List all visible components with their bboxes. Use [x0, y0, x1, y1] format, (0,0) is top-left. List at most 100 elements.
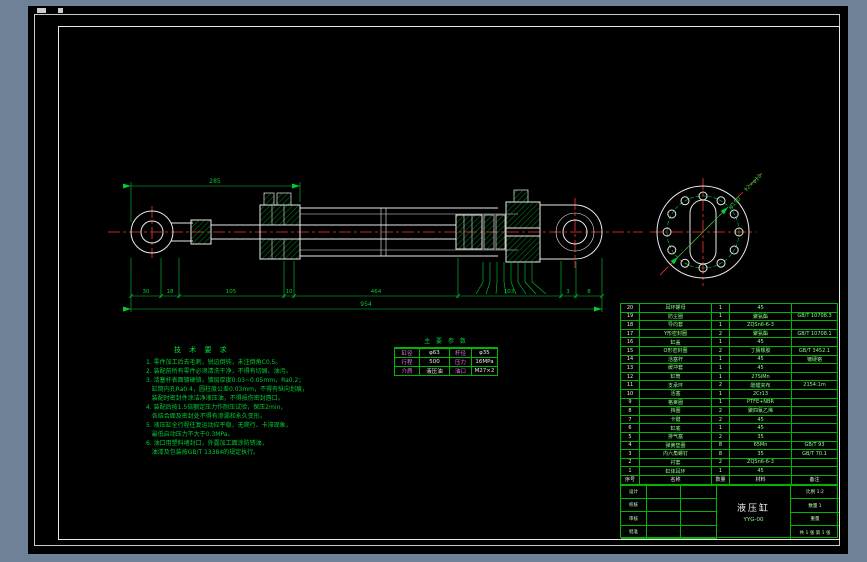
signature-row: 批准: [621, 525, 717, 539]
bom-no: 3: [621, 450, 639, 459]
signature-name-cell: [647, 512, 681, 526]
svg-text:464: 464: [371, 289, 382, 295]
bom-no: 11: [621, 381, 639, 390]
title-block-center: 液压缸 YYG-00: [717, 485, 791, 539]
bom-note: GB/T 70.1: [791, 450, 837, 459]
signature-date-cell: [681, 499, 717, 513]
signature-row: 审核: [621, 512, 717, 526]
title-block: 设计 校核 审核 批准 液压缸 YYG-00 比例 1:2 数量 1 重量 共 …: [621, 484, 839, 539]
bom-no: 2: [621, 459, 639, 468]
bom-qty: 2: [711, 432, 729, 442]
bom-qty: 1: [711, 312, 729, 322]
bom-name: 支承环: [639, 381, 711, 390]
bom-qty: 1: [711, 424, 729, 433]
bom-note: GB/T 10708.3: [791, 312, 837, 322]
bom-note: 镀硬铬: [791, 355, 837, 365]
svg-text:10: 10: [286, 289, 293, 295]
bom-no: 16: [621, 338, 639, 347]
bom-qty: 1: [711, 355, 729, 365]
signature-label: 审核: [621, 512, 647, 526]
title-block-right: 比例 1:2 数量 1 重量共 1 张 第 1 张: [791, 486, 839, 539]
bom-row: 14 活塞杆 1 45 镀硬铬: [621, 355, 837, 365]
bom-row: 10 活塞 1 2Cr13: [621, 389, 837, 399]
bom-row: 1 缸体耳环 1 45: [621, 467, 837, 476]
bom-no: 1: [621, 467, 639, 476]
bom-no: 13: [621, 364, 639, 373]
dim-top: 285: [209, 178, 221, 185]
bom-note: [791, 467, 837, 476]
bom-material: 45: [729, 355, 791, 365]
bom-no: 20: [621, 304, 639, 313]
signature-label: 校核: [621, 499, 647, 513]
bom-material: 45: [729, 338, 791, 347]
bom-qty: 2: [711, 458, 729, 468]
signature-row: 校核: [621, 499, 717, 513]
bom-note: [791, 398, 837, 408]
bom-no: 14: [621, 356, 639, 365]
signature-date-cell: [681, 512, 717, 526]
svg-text:18: 18: [167, 289, 174, 295]
note-line: 装配时密封件涂洁净液压油，不得损伤密封唇口。: [146, 395, 284, 402]
bom-name: 挡圈: [639, 407, 711, 416]
note-line: 6. 油口用塑料堵封口，外露加工面涂防锈油，: [146, 440, 268, 447]
bom-table: 20 耳环螺母 1 45 19 防尘圈 1 聚氨酯 GB/T 10708.3 1…: [620, 303, 839, 539]
bom-row: 12 缸筒 1 27SiMn: [621, 372, 837, 382]
bom-material: 45: [729, 415, 791, 425]
bom-qty: 2: [711, 346, 729, 356]
bom-row: 13 缓冲套 1 45: [621, 364, 837, 373]
note-line: 缸筒内孔Ra0.4，圆柱度公差0.03mm，不得有纵向划痕，: [146, 386, 309, 393]
param-label: 油口: [449, 365, 471, 376]
bom-note: [791, 424, 837, 433]
bom-qty: 2: [711, 415, 729, 425]
signature-name-cell: [647, 525, 681, 539]
bom-row: 18 导向套 1 ZQSn6-6-3: [621, 321, 837, 330]
bom-name: 活塞杆: [639, 355, 711, 365]
bom-no: 12: [621, 373, 639, 382]
note-line: 5. 液压缸全行程往复运动应平稳，无爬行、卡滞现象，: [146, 422, 292, 429]
bom-row: 17 Y形密封圈 2 聚氨酯 GB/T 10708.1: [621, 329, 837, 339]
param-label: 介质: [395, 365, 419, 376]
note-line: 最低启动压力不大于0.3MPa。: [146, 431, 234, 438]
bom-material: 丁腈橡胶: [729, 346, 791, 356]
bom-row: 9 格莱圈 1 PTFE+NBR: [621, 398, 837, 408]
signature-date-cell: [681, 525, 717, 539]
svg-text:105: 105: [226, 289, 237, 295]
flange-holes-note: 12×φ18: [743, 173, 763, 193]
bom-name: 缓冲套: [639, 364, 711, 373]
bom-qty: 1: [711, 321, 729, 330]
bom-qty: 1: [711, 372, 729, 382]
signature-name-cell: [647, 485, 681, 500]
bom-row: 8 挡圈 2 聚四氟乙烯: [621, 407, 837, 416]
bom-name: 衬套: [639, 458, 711, 468]
bom-name: 缸筒: [639, 372, 711, 382]
bom-row: 16 缸盖 1 45: [621, 338, 837, 347]
bom-no: 8: [621, 407, 639, 416]
bom-material: ZQSn6-6-3: [729, 321, 791, 330]
bom-material: 2Cr13: [729, 389, 791, 399]
bom-note: [791, 338, 837, 347]
title-block-signatures: 设计 校核 审核 批准: [621, 485, 717, 539]
drawing-sheet: 285 30 18 105 10 464 103 3 8 954 12×φ18 …: [28, 6, 848, 554]
bom-name: 缸底: [639, 424, 711, 433]
bom-no: 18: [621, 321, 639, 330]
bom-header-note: 备注: [791, 475, 837, 485]
bom-material: 35: [729, 450, 791, 459]
bom-qty: 2: [711, 407, 729, 416]
svg-text:103: 103: [504, 289, 515, 295]
bom-qty: 1: [711, 389, 729, 399]
bom-note: [791, 432, 837, 442]
bom-row: 15 O形密封圈 2 丁腈橡胶 GB/T 3452.1: [621, 346, 837, 356]
bom-material: 27SiMn: [729, 372, 791, 382]
parameters-table: 主 要 参 数 缸径 φ63 杆径 φ35 行程 500 压力 16MPa 介质…: [394, 336, 498, 376]
bom-note: [791, 415, 837, 425]
bom-no: 4: [621, 442, 639, 451]
title-block-right-cell: 共 1 张 第 1 张: [799, 530, 831, 536]
parameters-title: 主 要 参 数: [424, 338, 468, 345]
note-line: 各结合面及密封处不得有渗漏和永久变形。: [146, 413, 266, 420]
bom-note: GB/T 93: [791, 441, 837, 451]
bom-name: 导向套: [639, 321, 711, 330]
bom-material: 聚氨酯: [729, 312, 791, 322]
bom-no: 19: [621, 313, 639, 322]
bom-qty: 1: [711, 304, 729, 313]
bom-row: 20 耳环螺母 1 45: [621, 304, 837, 313]
